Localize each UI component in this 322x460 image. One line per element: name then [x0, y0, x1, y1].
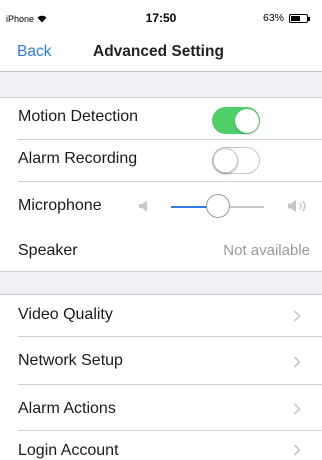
section-spacer [0, 272, 322, 294]
alarm-recording-label: Alarm Recording [18, 150, 138, 167]
alarm-recording-toggle[interactable] [212, 147, 260, 174]
battery-percent: 63% [262, 12, 284, 24]
speaker-row: Speaker Not available [0, 228, 322, 272]
nav-bar: Back Advanced Setting [0, 38, 322, 72]
network-setup-label: Network Setup [18, 352, 123, 369]
section-spacer [0, 72, 322, 98]
alarm-recording-row: Alarm Recording [0, 140, 322, 182]
speaker-high-icon [288, 200, 306, 212]
motion-detection-toggle[interactable] [212, 107, 260, 134]
alarm-actions-label: Alarm Actions [18, 400, 116, 417]
alarm-actions-row[interactable]: Alarm Actions [0, 385, 322, 431]
chevron-right-icon [293, 444, 301, 456]
motion-detection-label: Motion Detection [18, 108, 139, 125]
chevron-right-icon [293, 403, 301, 415]
speaker-label: Speaker [18, 242, 78, 259]
toggle-knob [213, 148, 238, 173]
speaker-low-icon [139, 200, 147, 212]
login-account-label: Login Account [18, 442, 119, 459]
chevron-right-icon [293, 310, 301, 322]
speaker-value: Not available [223, 242, 310, 259]
motion-detection-row: Motion Detection [0, 98, 322, 140]
microphone-row: Microphone [0, 182, 322, 228]
network-setup-row[interactable]: Network Setup [0, 337, 322, 385]
status-battery: 63% [262, 12, 310, 24]
page-title: Advanced Setting [93, 43, 224, 60]
slider-knob[interactable] [205, 194, 230, 218]
login-account-row[interactable]: Login Account [0, 431, 322, 459]
video-quality-row[interactable]: Video Quality [0, 295, 322, 337]
back-button[interactable]: Back [17, 43, 51, 61]
status-bar: iPhone 17:50 63% [0, 0, 322, 38]
microphone-volume-slider[interactable] [171, 194, 264, 218]
battery-fill [291, 15, 300, 21]
video-quality-label: Video Quality [18, 306, 113, 323]
chevron-right-icon [293, 356, 301, 368]
battery-icon [289, 13, 310, 23]
toggle-knob [234, 108, 259, 133]
microphone-label: Microphone [18, 197, 102, 214]
